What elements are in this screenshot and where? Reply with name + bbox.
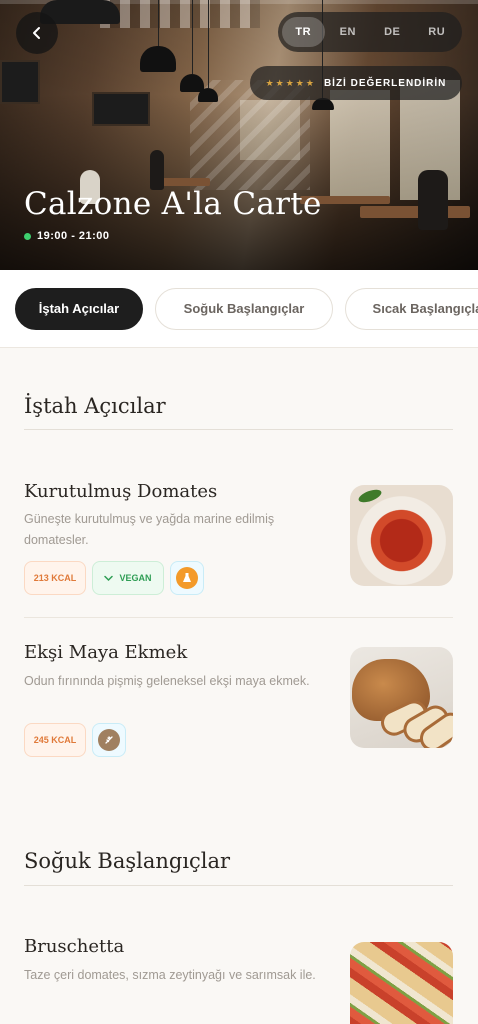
language-de[interactable]: DE (371, 17, 414, 47)
kcal-badge: 213 KCAL (24, 561, 86, 595)
menu-item-tags: 245 KCAL (24, 723, 126, 757)
opening-hours-text: 19:00 - 21:00 (37, 230, 110, 242)
menu-item-photo[interactable] (350, 647, 453, 748)
section-title: İştah Açıcılar (24, 394, 166, 418)
restaurant-name: Calzone A'la Carte (24, 186, 322, 222)
tab-sicak-baslangiclar[interactable]: Sıcak Başlangıçlar (345, 287, 478, 330)
language-en[interactable]: EN (327, 17, 370, 47)
back-button[interactable] (16, 12, 58, 54)
opening-hours: 19:00 - 21:00 (24, 230, 110, 242)
menu-item-name[interactable]: Ekşi Maya Ekmek (24, 642, 187, 663)
rate-us-label: BİZİ DEĞERLENDİRİN (323, 77, 447, 89)
menu-item-description: Taze çeri domates, sızma zeytinyağı ve s… (24, 968, 316, 982)
kcal-badge: 245 KCAL (24, 723, 86, 757)
menu-item-name[interactable]: Bruschetta (24, 936, 124, 957)
menu-item-tags: 213 KCAL VEGAN (24, 561, 204, 595)
language-switcher: TR EN DE RU (278, 12, 462, 52)
item-divider (24, 617, 453, 618)
menu-item-name[interactable]: Kurutulmuş Domates (24, 481, 217, 502)
open-status-dot (24, 232, 31, 240)
vegan-label: VEGAN (119, 573, 152, 583)
section-divider (24, 429, 453, 430)
category-tabs: İştah Açıcılar Soğuk Başlangıçlar Sıcak … (0, 270, 478, 348)
rate-us-button[interactable]: ★★★★★ BİZİ DEĞERLENDİRİN (250, 66, 462, 100)
menu-item-photo[interactable] (350, 942, 453, 1024)
vegan-badge: VEGAN (92, 561, 164, 595)
tab-istah-acicilar[interactable]: İştah Açıcılar (15, 287, 143, 330)
menu-item-description: Odun fırınında pişmiş geleneksel ekşi ma… (24, 674, 310, 688)
menu-item-photo[interactable] (350, 485, 453, 586)
allergen-badge[interactable] (170, 561, 204, 595)
gluten-wheat-icon (98, 729, 120, 751)
section-divider (24, 885, 453, 886)
chevron-down-icon (104, 575, 114, 581)
section-title: Soğuk Başlangıçlar (24, 849, 231, 873)
tab-soguk-baslangiclar[interactable]: Soğuk Başlangıçlar (155, 287, 333, 330)
star-rating-icon: ★★★★★ (265, 77, 316, 88)
allergen-flask-icon (176, 567, 198, 589)
menu-item-description: Güneşte kurutulmuş ve yağda marine edilm… (24, 512, 275, 547)
allergen-badge[interactable] (92, 723, 126, 757)
language-ru[interactable]: RU (416, 17, 459, 47)
chevron-left-icon (33, 27, 40, 39)
language-tr[interactable]: TR (282, 17, 325, 47)
